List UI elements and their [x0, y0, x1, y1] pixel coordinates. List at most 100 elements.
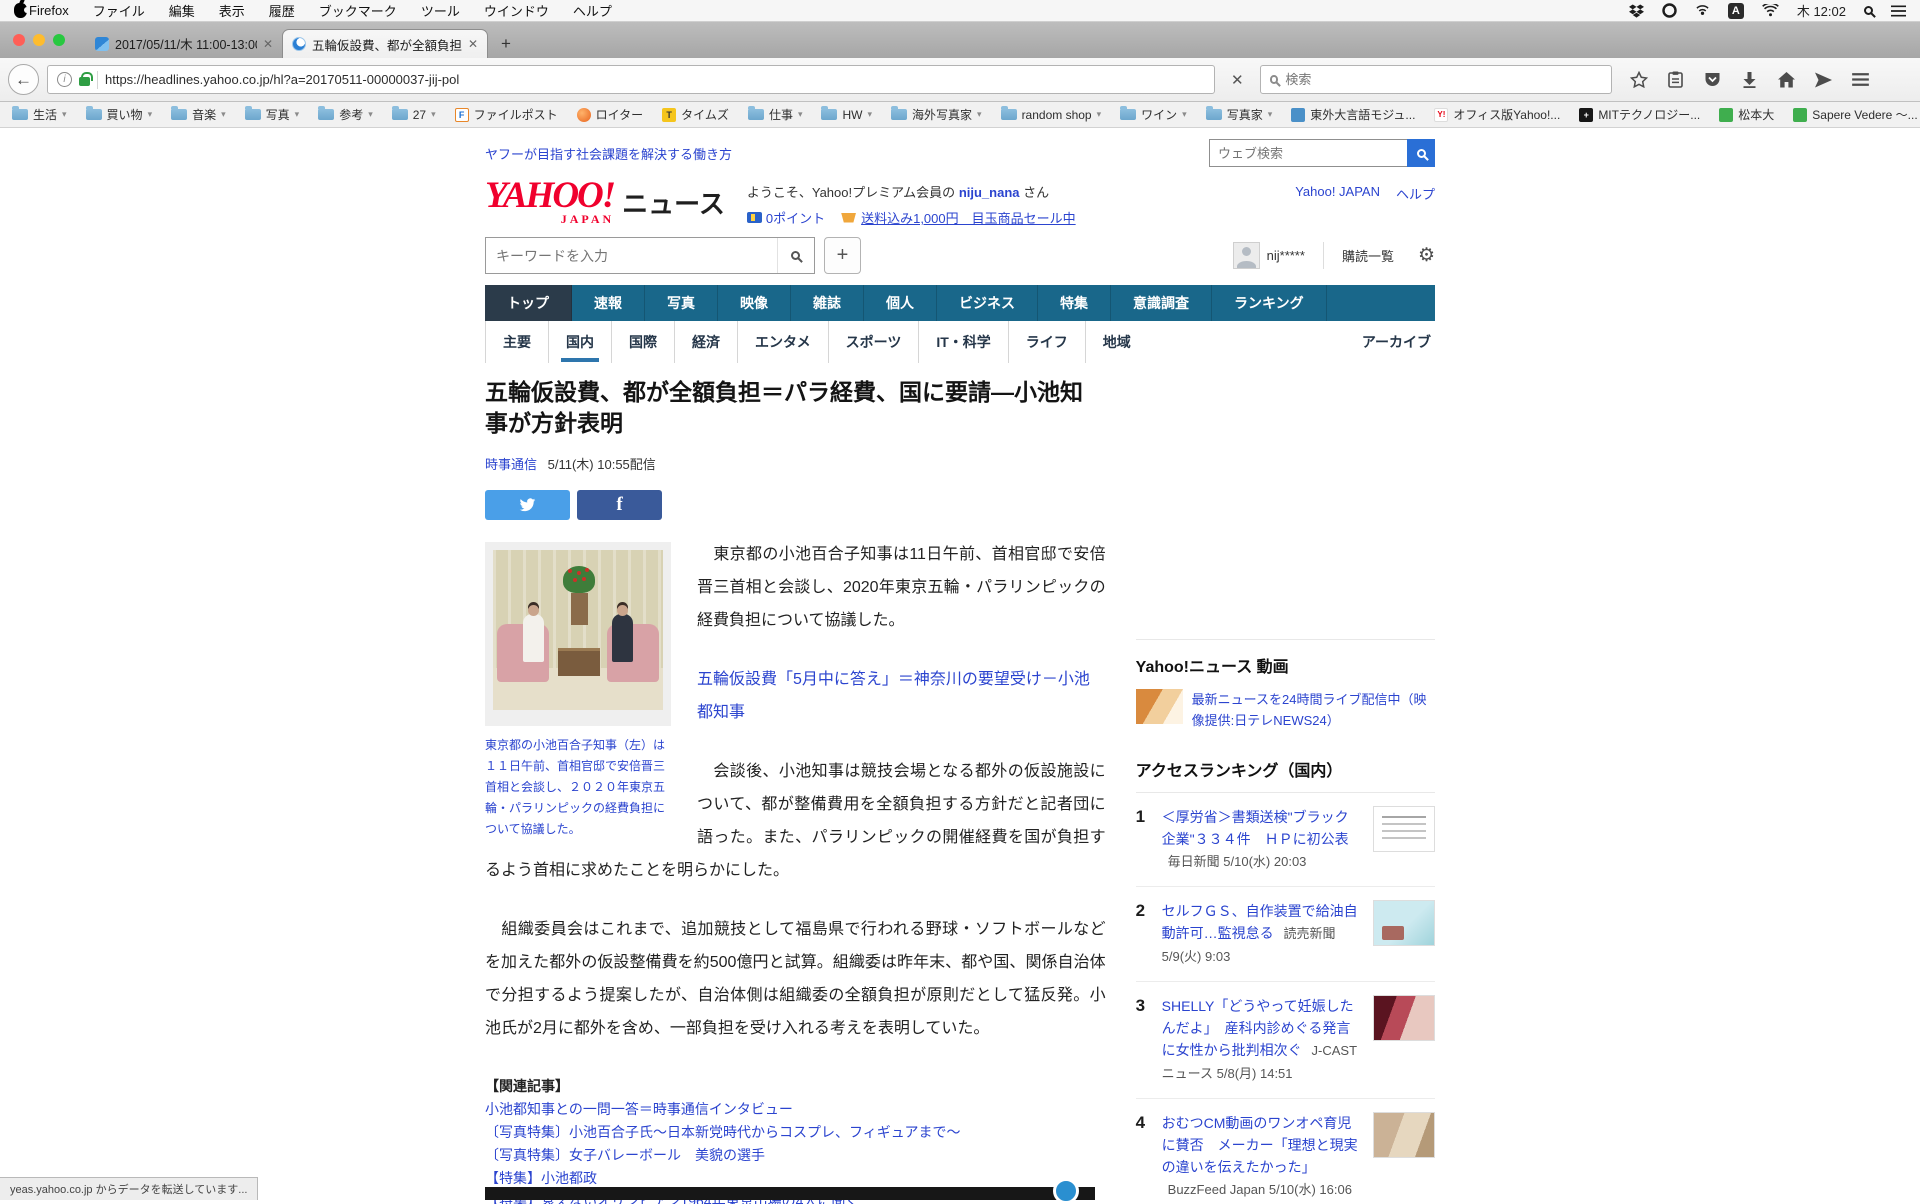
- menu-bar-clock[interactable]: 木 12:02: [1797, 1, 1846, 20]
- pocket-icon[interactable]: [1698, 66, 1728, 94]
- keyword-search-input[interactable]: [486, 248, 777, 264]
- nav-tab[interactable]: 個人: [864, 285, 937, 321]
- subnav-tab[interactable]: 国際: [611, 321, 674, 363]
- menu-item[interactable]: 表示: [219, 1, 245, 20]
- bookmark-item[interactable]: Sapere Vedere ～...: [1793, 106, 1917, 123]
- bookmark-item[interactable]: T タイムズ: [662, 106, 729, 123]
- apple-icon[interactable]: [14, 3, 27, 18]
- menu-item[interactable]: ファイル: [93, 1, 145, 20]
- audio-icon[interactable]: [1695, 4, 1710, 17]
- account-id[interactable]: nij*****: [1267, 248, 1305, 263]
- bookmark-item[interactable]: HW: [821, 108, 872, 122]
- wifi-icon[interactable]: [1762, 4, 1779, 17]
- video-thumbnail[interactable]: [1136, 689, 1183, 724]
- gear-icon[interactable]: ⚙: [1418, 244, 1435, 267]
- menu-item[interactable]: ヘルプ: [573, 1, 612, 20]
- archive-link[interactable]: アーカイブ: [1362, 332, 1435, 352]
- photo-caption-link[interactable]: 東京都の小池百合子知事（左）は１１日午前、首相官邸で安倍晋三首相と会談し、２０２…: [485, 735, 671, 840]
- video-item[interactable]: 最新ニュースを24時間ライブ配信中（映像提供:日テレNEWS24）: [1136, 689, 1435, 731]
- menu-item[interactable]: Firefox: [29, 3, 69, 18]
- spotlight-icon[interactable]: [1864, 6, 1873, 15]
- nav-tab[interactable]: 雑誌: [791, 285, 864, 321]
- https-lock-icon[interactable]: [79, 77, 90, 86]
- browser-tab[interactable]: 2017/05/11/木 11:00-13:00 | S ✕: [86, 29, 282, 58]
- tab-close-icon[interactable]: ✕: [468, 37, 478, 51]
- menu-item[interactable]: ブックマーク: [319, 1, 397, 20]
- news-source-link[interactable]: 時事通信: [485, 457, 537, 472]
- menu-item[interactable]: ウインドウ: [484, 1, 549, 20]
- back-button[interactable]: ←: [8, 64, 39, 95]
- subnav-tab[interactable]: 経済: [674, 321, 737, 363]
- web-search-button[interactable]: [1407, 139, 1435, 167]
- ranking-thumbnail[interactable]: [1373, 900, 1435, 946]
- bookmark-item[interactable]: 仕事: [748, 106, 803, 123]
- avatar[interactable]: [1233, 242, 1260, 269]
- yahoo-logo[interactable]: YAHOO! JAPAN ニュース: [485, 180, 725, 227]
- subnav-tab[interactable]: スポーツ: [828, 321, 919, 363]
- stop-load-button[interactable]: ✕: [1223, 71, 1252, 89]
- subnav-tab[interactable]: 地域: [1085, 321, 1148, 363]
- nav-tab[interactable]: 写真: [645, 285, 718, 321]
- subnav-tab[interactable]: 国内: [548, 321, 611, 363]
- subnav-tab[interactable]: 主要: [485, 321, 548, 363]
- bookmark-item[interactable]: 写真家: [1206, 106, 1273, 123]
- browser-tab-active[interactable]: 五輪仮設費、都が全額負担=パ ✕: [282, 29, 488, 58]
- ranking-thumbnail[interactable]: [1373, 995, 1435, 1041]
- notification-center-icon[interactable]: [1891, 5, 1906, 17]
- bookmark-item[interactable]: ワイン: [1120, 106, 1187, 123]
- subnav-tab[interactable]: ライフ: [1008, 321, 1085, 363]
- bookmarks-menu-icon[interactable]: [1661, 66, 1691, 94]
- subscription-list-link[interactable]: 購読一覧: [1323, 242, 1394, 269]
- video-link[interactable]: 最新ニュースを24時間ライブ配信中（映像提供:日テレNEWS24）: [1192, 689, 1435, 731]
- ranking-link[interactable]: おむつCM動画のワンオペ育児に賛否 メーカー「理想と現実の違いを伝えたかった」: [1162, 1115, 1358, 1175]
- username-link[interactable]: niju_nana: [959, 185, 1020, 200]
- related-article-link[interactable]: 〔写真特集〕小池百合子氏～日本新党時代からコスプレ、フィギュアまで～: [485, 1121, 1106, 1144]
- minimize-window-button[interactable]: [33, 34, 45, 46]
- bookmark-item[interactable]: 東外大言語モジュ...: [1291, 106, 1415, 123]
- nav-tab[interactable]: 意識調査: [1111, 285, 1212, 321]
- nav-tab[interactable]: 速報: [572, 285, 645, 321]
- bookmark-item[interactable]: 音楽: [171, 106, 226, 123]
- bookmark-item[interactable]: 海外写真家: [891, 106, 982, 123]
- bookmark-item[interactable]: 写真: [245, 106, 300, 123]
- share-icon[interactable]: [1809, 66, 1839, 94]
- bookmark-item[interactable]: Y! オフィス版Yahoo!...: [1434, 106, 1560, 123]
- nav-tab[interactable]: ランキング: [1212, 285, 1327, 321]
- keyword-search-box[interactable]: [485, 237, 815, 274]
- home-icon[interactable]: [1772, 66, 1802, 94]
- tab-close-icon[interactable]: ✕: [263, 37, 273, 51]
- dropbox-icon[interactable]: [1629, 4, 1644, 18]
- nav-tab[interactable]: ビジネス: [937, 285, 1038, 321]
- promo-link[interactable]: ヤフーが目指す社会課題を解決する働き方: [485, 144, 732, 163]
- browser-search-field[interactable]: [1260, 65, 1612, 94]
- downloads-icon[interactable]: [1735, 66, 1765, 94]
- bookmark-star-icon[interactable]: [1624, 66, 1654, 94]
- menu-hamburger-icon[interactable]: [1846, 66, 1876, 94]
- input-source-icon[interactable]: A: [1728, 3, 1744, 19]
- bookmark-item[interactable]: 生活: [12, 106, 67, 123]
- creative-cloud-icon[interactable]: [1662, 3, 1677, 18]
- points-link[interactable]: 0ポイント: [766, 208, 825, 227]
- bookmark-item[interactable]: F ファイルポスト: [455, 106, 558, 123]
- nav-tab[interactable]: 映像: [718, 285, 791, 321]
- nav-tab[interactable]: 特集: [1038, 285, 1111, 321]
- bookmark-item[interactable]: 買い物: [86, 106, 153, 123]
- related-article-link[interactable]: 小池都知事との一問一答＝時事通信インタビュー: [485, 1098, 1106, 1121]
- keyword-search-button[interactable]: [777, 238, 814, 273]
- new-tab-button[interactable]: +: [488, 34, 524, 58]
- page-info-icon[interactable]: i: [57, 72, 72, 87]
- facebook-share-button[interactable]: f: [577, 490, 662, 520]
- yahoo-japan-link[interactable]: Yahoo! JAPAN: [1295, 184, 1380, 203]
- bookmark-item[interactable]: 参考: [318, 106, 373, 123]
- url-bar[interactable]: i https://headlines.yahoo.co.jp/hl?a=201…: [47, 65, 1215, 94]
- ranking-thumbnail[interactable]: [1373, 1112, 1435, 1158]
- sale-link[interactable]: 送料込み1,000円 目玉商品セール中: [861, 208, 1076, 227]
- related-article-link[interactable]: 〔写真特集〕女子バレーボール 美貌の選手: [485, 1144, 1106, 1167]
- bookmark-item[interactable]: + MITテクノロジー...: [1579, 106, 1700, 123]
- menu-item[interactable]: ツール: [421, 1, 460, 20]
- subnav-tab[interactable]: エンタメ: [737, 321, 828, 363]
- add-search-tab-button[interactable]: +: [824, 237, 861, 274]
- bookmark-item[interactable]: ロイター: [577, 106, 644, 123]
- menu-item[interactable]: 履歴: [269, 1, 295, 20]
- article-photo[interactable]: [493, 550, 663, 710]
